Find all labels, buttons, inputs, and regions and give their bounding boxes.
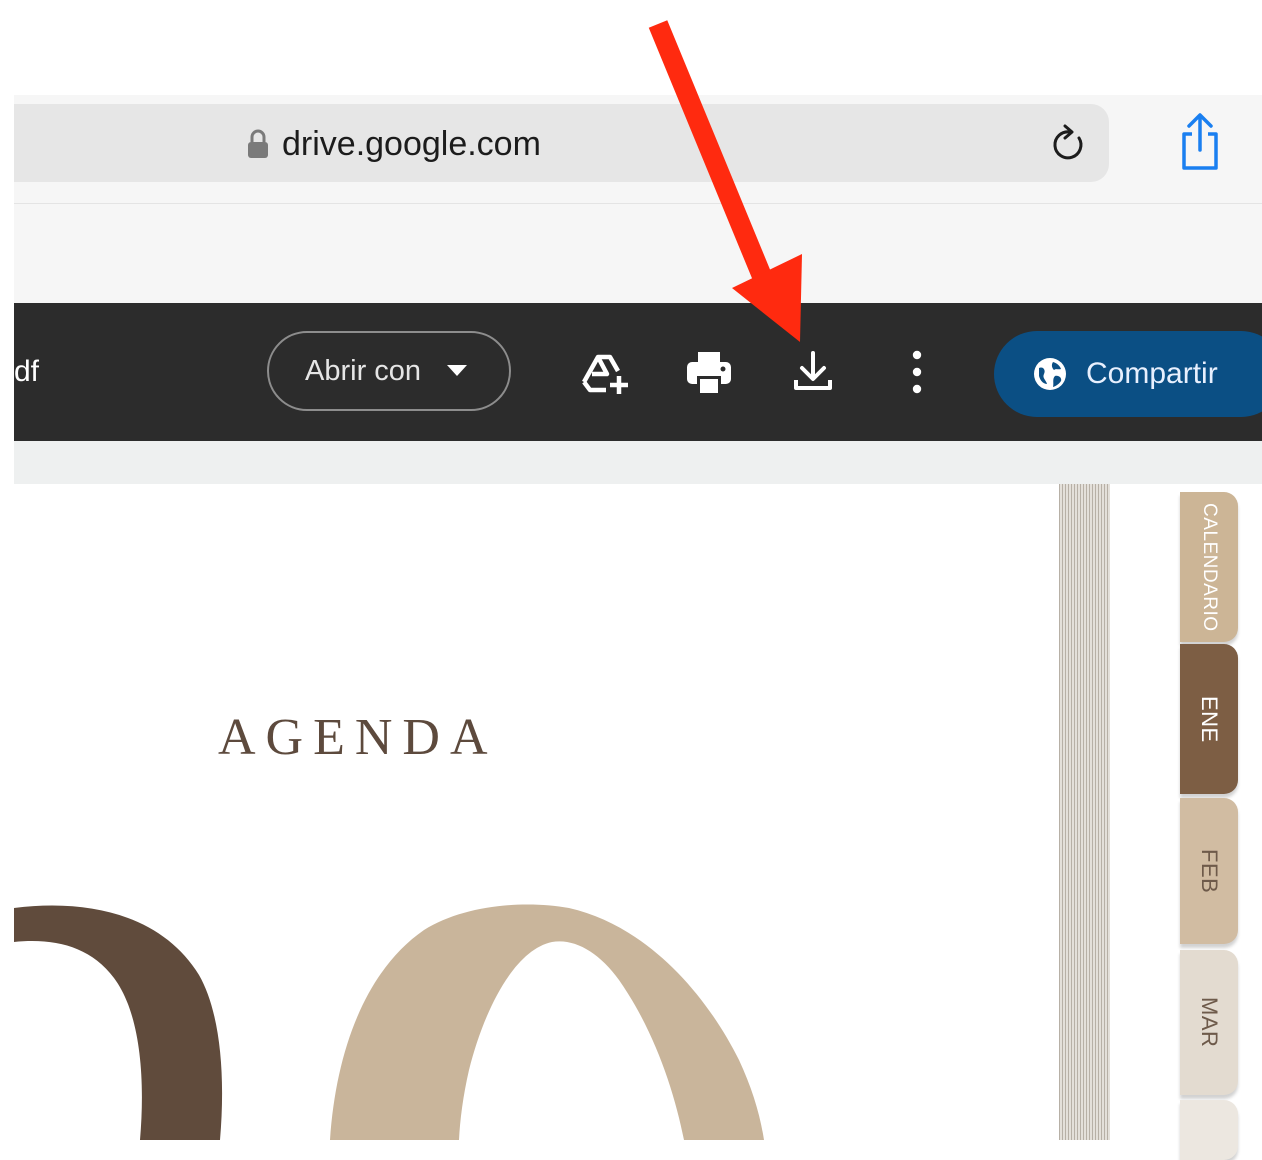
globe-icon — [1034, 358, 1066, 390]
download-icon[interactable] — [788, 348, 838, 396]
tab-label: ENE — [1197, 695, 1222, 743]
tab-ene[interactable]: ENE — [1180, 644, 1238, 794]
file-name: df — [14, 355, 40, 388]
open-with-button[interactable]: Abrir con — [267, 331, 511, 411]
share-label: Compartir — [1086, 357, 1218, 390]
tab-label: CALENDARIO — [1199, 502, 1220, 632]
add-to-drive-icon[interactable] — [580, 348, 630, 396]
agenda-title: AGENDA — [218, 709, 498, 766]
more-vert-icon[interactable] — [892, 348, 942, 396]
annotation-arrow — [648, 20, 802, 342]
tab-feb[interactable]: FEB — [1180, 798, 1238, 944]
url-text[interactable]: drive.google.com — [282, 122, 541, 166]
open-with-label: Abrir con — [305, 354, 422, 387]
year-number-graphic — [14, 904, 764, 1140]
caret-down-icon — [447, 365, 468, 376]
tab-mar[interactable]: MAR — [1180, 950, 1238, 1095]
tab-label: MAR — [1197, 997, 1222, 1048]
share-button[interactable]: Compartir — [994, 331, 1262, 417]
address-bar[interactable] — [14, 104, 1109, 182]
chrome-divider — [14, 203, 1262, 204]
tab-next[interactable] — [1180, 1100, 1238, 1160]
reload-icon[interactable] — [1048, 120, 1090, 166]
lock-icon — [248, 129, 268, 158]
print-icon[interactable] — [684, 348, 734, 396]
page-stack-edge — [1059, 484, 1110, 1140]
tab-label: FEB — [1197, 848, 1222, 894]
share-icon[interactable] — [1176, 112, 1224, 172]
tab-calendario[interactable]: CALENDARIO — [1180, 492, 1238, 642]
